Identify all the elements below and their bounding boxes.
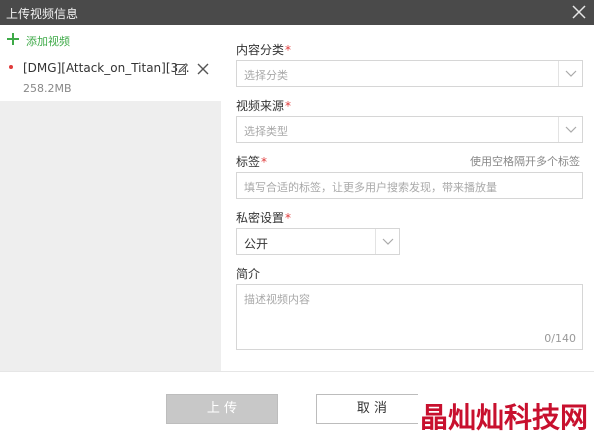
char-counter: 0/140 [544, 332, 576, 345]
intro-textarea[interactable]: 描述视频内容 0/140 [236, 284, 583, 350]
tags-placeholder: 填写合适的标签，让更多用户搜索发现，带来播放量 [244, 181, 497, 194]
category-dropdown-toggle[interactable] [558, 61, 582, 86]
source-dropdown-toggle[interactable] [558, 117, 582, 142]
add-video-label: 添加视频 [26, 35, 70, 48]
remove-icon[interactable] [197, 63, 209, 75]
source-select[interactable]: 选择类型 [236, 116, 583, 143]
file-name: [DMG][Attack_on_Titan][3... [23, 61, 190, 75]
file-list-item[interactable]: [DMG][Attack_on_Titan][3... 258.2MB [0, 55, 221, 101]
privacy-select[interactable]: 公开 [236, 228, 400, 255]
required-mark: * [261, 155, 268, 169]
category-label: 内容分类* [236, 41, 291, 58]
chevron-down-icon [382, 238, 394, 245]
category-select[interactable]: 选择分类 [236, 60, 583, 87]
required-mark: * [285, 99, 292, 113]
plus-icon [7, 33, 19, 45]
edit-icon[interactable] [175, 63, 188, 76]
file-list-panel: 添加视频 [DMG][Attack_on_Titan][3... 258.2MB [0, 25, 221, 371]
source-placeholder: 选择类型 [244, 125, 288, 138]
cancel-button[interactable]: 取 消 [316, 394, 428, 424]
add-video-button[interactable]: 添加视频 [0, 25, 221, 55]
privacy-dropdown-toggle[interactable] [375, 229, 399, 254]
watermark: 晶灿灿科技网 [418, 392, 594, 441]
tags-label: 标签* [236, 153, 267, 170]
close-icon[interactable] [570, 3, 588, 21]
intro-label: 简介 [236, 265, 260, 282]
intro-label-text: 简介 [236, 267, 261, 281]
title-bar: 上传视频信息 [0, 0, 594, 25]
required-mark: * [285, 43, 292, 57]
tags-input[interactable]: 填写合适的标签，让更多用户搜索发现，带来播放量 [236, 172, 583, 199]
selected-dot-icon [9, 65, 13, 69]
tags-hint: 使用空格隔开多个标签 [470, 155, 580, 168]
category-label-text: 内容分类 [236, 43, 285, 57]
window-title: 上传视频信息 [6, 7, 79, 21]
category-placeholder: 选择分类 [244, 69, 288, 82]
upload-button[interactable]: 上 传 [166, 394, 278, 424]
chevron-down-icon [565, 126, 577, 133]
required-mark: * [285, 211, 292, 225]
watermark-text: 晶灿灿科技网 [420, 401, 589, 434]
source-label: 视频来源* [236, 97, 291, 114]
tags-label-text: 标签 [236, 155, 261, 169]
file-size: 258.2MB [23, 82, 72, 95]
chevron-down-icon [565, 70, 577, 77]
privacy-label: 私密设置* [236, 209, 291, 226]
privacy-value: 公开 [244, 237, 269, 251]
intro-placeholder: 描述视频内容 [244, 293, 310, 306]
source-label-text: 视频来源 [236, 99, 285, 113]
privacy-label-text: 私密设置 [236, 211, 285, 225]
